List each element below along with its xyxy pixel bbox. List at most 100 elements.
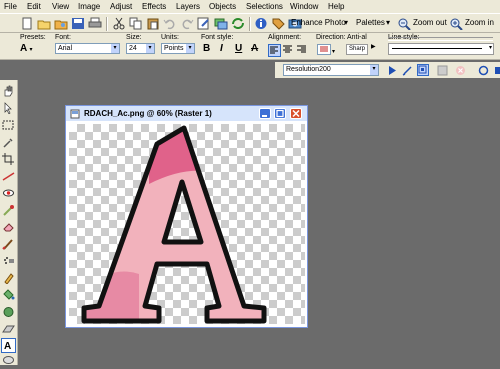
clone-tool-icon[interactable] (2, 204, 15, 216)
menu-adjust[interactable]: Adjust (110, 2, 132, 11)
svg-text:▾: ▾ (332, 48, 335, 55)
font-value: Arial (58, 45, 73, 52)
red-eye-tool-icon[interactable] (2, 187, 15, 199)
object-eraser-icon[interactable] (2, 323, 15, 335)
browse-icon[interactable] (54, 17, 68, 30)
chevron-down-icon[interactable]: ▾ (344, 18, 348, 27)
toggle-interactive-icon[interactable] (417, 64, 429, 76)
menu-help[interactable]: Help (328, 2, 344, 11)
menu-effects[interactable]: Effects (142, 2, 166, 11)
eraser-tool-icon[interactable] (2, 221, 15, 233)
bold-button[interactable]: B (203, 43, 210, 54)
alignment-label: Alignment: (268, 34, 302, 41)
fill-tool-icon[interactable] (2, 289, 15, 301)
open-file-icon[interactable] (37, 17, 51, 30)
paste-icon[interactable] (146, 17, 160, 30)
cancel-script-icon[interactable] (455, 65, 466, 76)
crop-tool-icon[interactable] (2, 153, 15, 165)
record-script-icon[interactable] (437, 65, 448, 76)
size-dropdown[interactable]: 24 ▾ (126, 43, 155, 54)
edit-icon[interactable] (197, 17, 211, 30)
units-dropdown[interactable]: Points ▾ (161, 43, 195, 54)
pick-tool-icon[interactable] (2, 102, 15, 115)
warp-brush-tool-icon[interactable] (2, 355, 15, 367)
new-file-icon[interactable] (20, 17, 34, 30)
cut-icon[interactable] (112, 17, 126, 30)
font-dropdown[interactable]: Arial ▾ (55, 43, 120, 54)
antialias-label: Anti-al (347, 34, 367, 41)
straighten-tool-icon[interactable] (2, 170, 15, 182)
svg-text:A: A (4, 341, 11, 351)
align-left-icon[interactable] (268, 44, 281, 57)
zoom-out-button[interactable]: Zoom out (413, 18, 447, 27)
align-right-icon[interactable] (296, 44, 307, 55)
italic-button[interactable]: I (220, 43, 223, 54)
menu-image[interactable]: Image (78, 2, 100, 11)
units-value: Points (164, 45, 184, 52)
undo-icon[interactable] (163, 17, 177, 30)
chevron-down-icon: ▾ (186, 44, 194, 53)
presets-label: Presets: (20, 34, 46, 41)
antialias-dropdown[interactable]: Sharp (346, 44, 368, 55)
close-button[interactable] (290, 108, 302, 119)
paint-brush-tool-icon[interactable] (2, 238, 15, 250)
menu-window[interactable]: Window (290, 2, 318, 11)
shape-tool-icon[interactable] (2, 306, 15, 318)
image-canvas[interactable] (69, 124, 305, 324)
edit-script-icon[interactable] (402, 65, 413, 76)
script-dropdown[interactable]: Resolution200 ▾ (283, 64, 379, 76)
enhance-photo-button[interactable]: Enhance Photo (291, 18, 346, 27)
palettes-button[interactable]: Palettes (356, 18, 385, 27)
save-icon[interactable] (71, 17, 85, 30)
menu-layers[interactable]: Layers (176, 2, 200, 11)
font-label: Font: (55, 34, 71, 41)
zoom-out-icon[interactable] (397, 17, 411, 31)
presets-dropdown[interactable]: A ▾ (20, 43, 44, 56)
line-style-dropdown[interactable]: ▾ (388, 43, 494, 55)
redo-icon[interactable] (180, 17, 194, 30)
tag-icon[interactable] (271, 17, 285, 30)
maximize-button[interactable] (274, 108, 286, 119)
line-style-preview (392, 48, 482, 49)
layers-icon[interactable] (214, 17, 228, 30)
selection-tool-icon[interactable] (2, 119, 15, 131)
align-center-icon[interactable] (282, 44, 293, 55)
text-tool-icon[interactable]: A (1, 338, 16, 353)
toolbar-separator (106, 17, 108, 31)
zoom-in-button[interactable]: Zoom in (465, 18, 494, 27)
underline-button[interactable]: U (235, 43, 242, 54)
standard-toolbar: Enhance Photo ▾ Palettes ▾ Zoom out Zoom… (0, 13, 500, 33)
tool-options-bar: Presets: A ▾ Font: Arial ▾ Size: 24 ▾ Un… (0, 33, 500, 60)
menu-selections[interactable]: Selections (246, 2, 283, 11)
pan-tool-icon[interactable] (2, 85, 15, 97)
units-label: Units: (161, 34, 179, 41)
refresh-icon[interactable] (231, 17, 245, 30)
zoom-in-icon[interactable] (449, 17, 463, 31)
chevron-down-icon[interactable]: ▾ (386, 18, 390, 27)
direction-dropdown[interactable]: ▾ (317, 44, 339, 55)
minimize-button[interactable] (259, 108, 271, 119)
run-script-icon[interactable] (387, 65, 398, 76)
image-window-titlebar[interactable]: RDACH_Ac.png @ 60% (Raster 1) (66, 106, 307, 121)
pen-tool-icon[interactable] (2, 272, 15, 285)
dropper-tool-icon[interactable] (2, 136, 15, 148)
chevron-down-icon: ▾ (370, 65, 378, 75)
print-icon[interactable] (88, 17, 102, 30)
chevron-right-icon[interactable]: ▶ (371, 43, 376, 50)
document-icon (70, 109, 80, 119)
size-label: Size: (126, 34, 142, 41)
chevron-down-icon: ▾ (111, 44, 119, 53)
copy-icon[interactable] (129, 17, 143, 30)
menu-edit[interactable]: Edit (27, 2, 41, 11)
direction-label: Direction: (316, 34, 346, 41)
info-icon[interactable] (254, 17, 268, 30)
stop-script-icon[interactable] (478, 65, 489, 76)
menu-objects[interactable]: Objects (209, 2, 236, 11)
airbrush-tool-icon[interactable] (2, 255, 15, 267)
menu-view[interactable]: View (52, 2, 69, 11)
text-tool-icon: A (20, 43, 28, 54)
menu-file[interactable]: File (4, 2, 17, 11)
image-window[interactable]: RDACH_Ac.png @ 60% (Raster 1) (65, 105, 308, 328)
pause-script-icon[interactable] (493, 65, 500, 76)
strikethrough-button[interactable]: A (251, 43, 258, 54)
